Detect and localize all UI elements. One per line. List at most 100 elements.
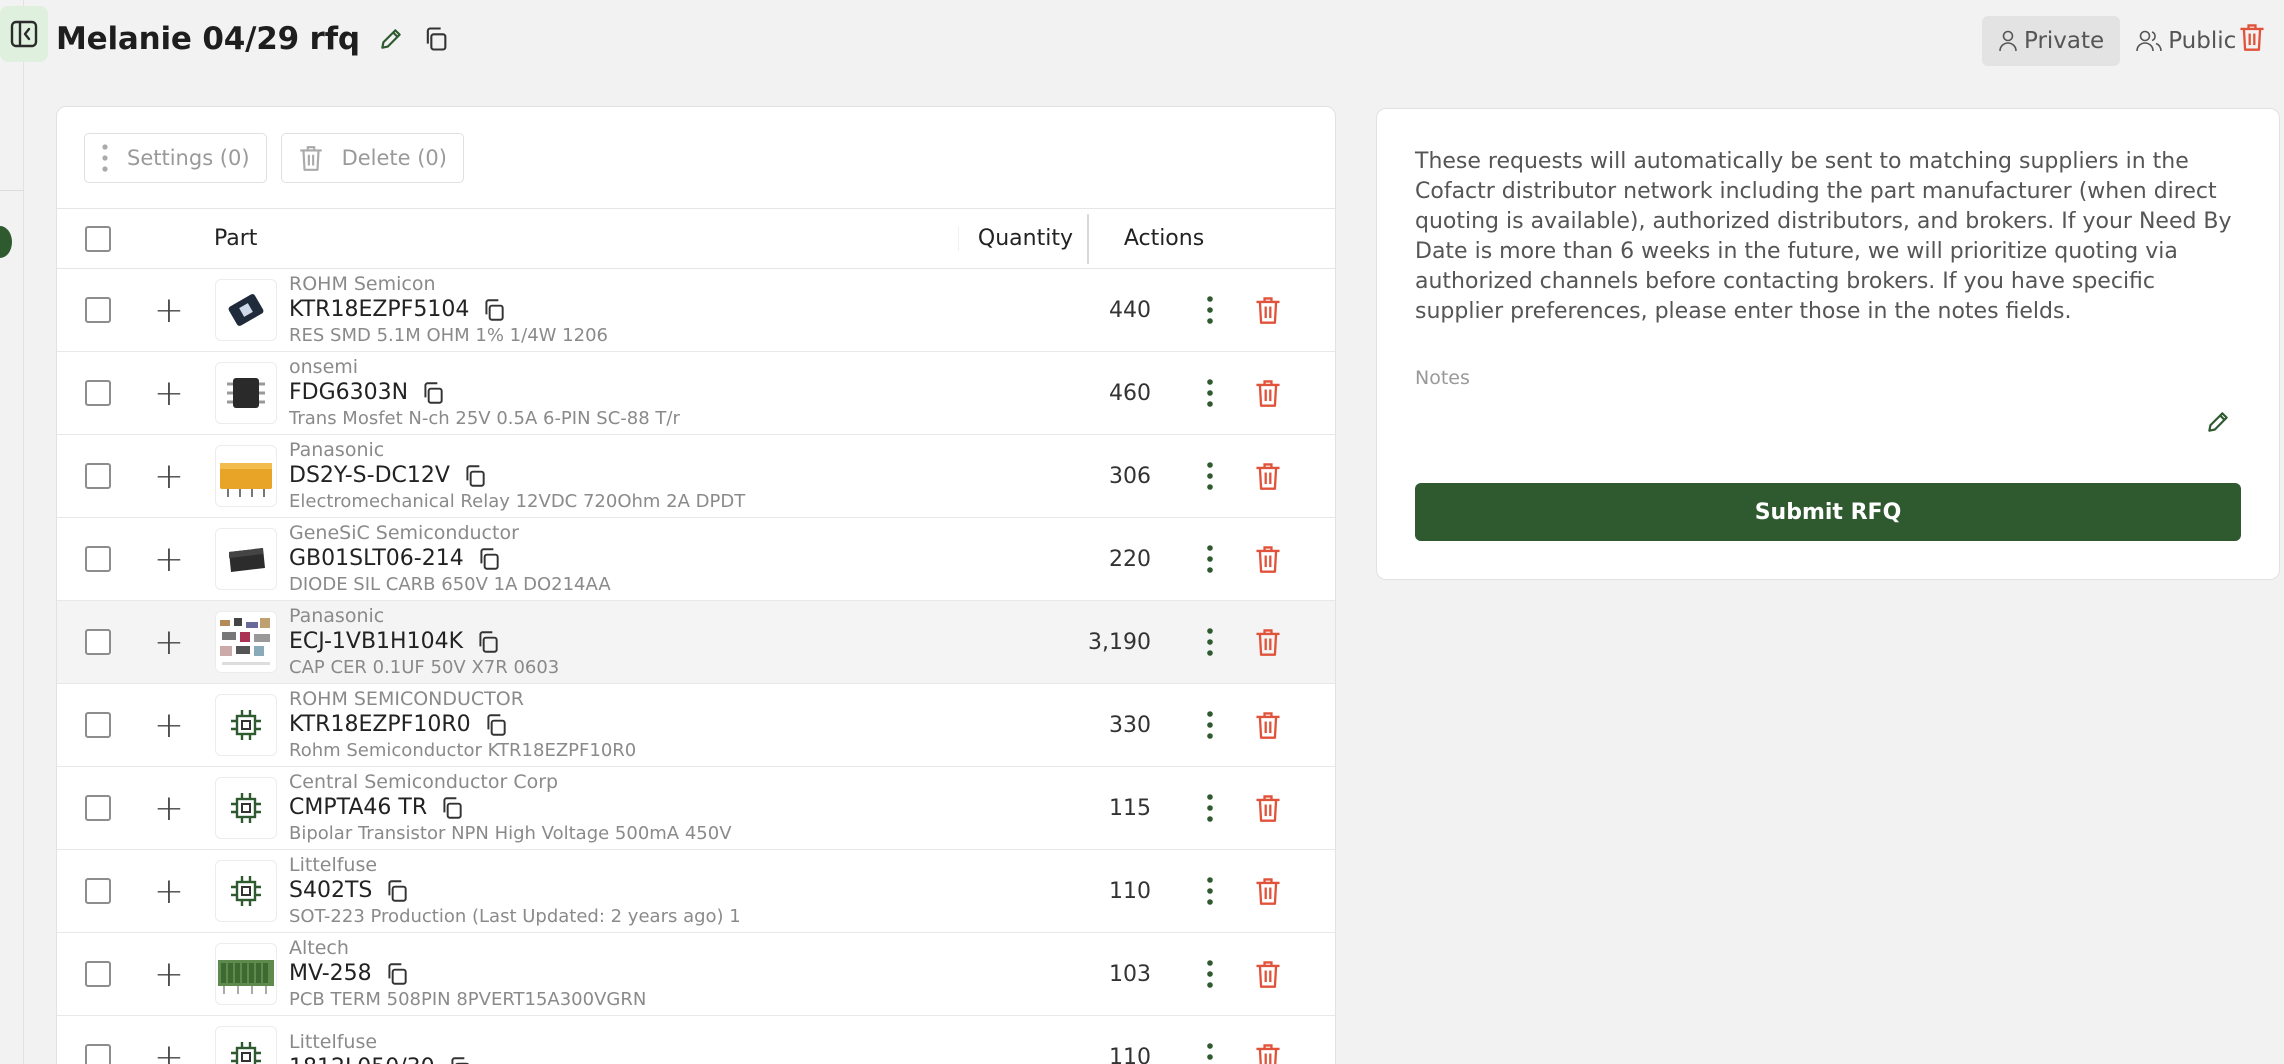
row-delete-button[interactable] [1254, 461, 1282, 491]
part-quantity[interactable]: 306 [1039, 464, 1169, 489]
part-quantity[interactable]: 103 [1039, 962, 1169, 987]
column-header-quantity[interactable]: Quantity [959, 213, 1089, 264]
row-menu-button[interactable] [1206, 461, 1214, 491]
row-delete-button[interactable] [1254, 793, 1282, 823]
row-menu-button[interactable] [1206, 959, 1214, 989]
part-quantity[interactable]: 460 [1039, 381, 1169, 406]
edit-title-button[interactable] [378, 26, 404, 52]
trash-icon [1256, 795, 1280, 822]
plus-icon: + [153, 870, 185, 912]
trash-icon [1256, 712, 1280, 739]
visibility-private-option[interactable]: Private [1982, 16, 2121, 66]
part-cell: GeneSiC Semiconductor GB01SLT06-214 DIODE … [279, 522, 1039, 596]
copy-icon [388, 880, 408, 902]
copy-part-number-button[interactable] [447, 1055, 473, 1064]
visibility-public-option[interactable]: Public [2120, 16, 2252, 66]
part-quantity[interactable]: 3,190 [1039, 630, 1169, 655]
row-menu-button[interactable] [1206, 793, 1214, 823]
table-row[interactable]: +Littelfuse1812L050/30110 [57, 1016, 1335, 1064]
copy-icon [487, 714, 506, 736]
row-checkbox[interactable] [85, 961, 111, 987]
part-description: Electromechanical Relay 12VDC 720Ohm 2A … [289, 491, 746, 512]
row-menu-button[interactable] [1206, 544, 1214, 574]
expand-row-button[interactable]: + [139, 871, 199, 912]
column-header-part[interactable]: Part [199, 226, 959, 251]
delete-selected-button[interactable]: Delete (0) [280, 132, 464, 183]
expand-row-button[interactable]: + [139, 954, 199, 995]
table-toolbar: Settings (0) Delete (0) [57, 107, 1335, 209]
select-all-checkbox[interactable] [85, 225, 111, 252]
copy-part-number-button[interactable] [475, 629, 501, 655]
row-menu-button[interactable] [1206, 295, 1214, 325]
part-quantity[interactable]: 220 [1039, 547, 1169, 572]
row-checkbox[interactable] [85, 712, 111, 738]
row-checkbox[interactable] [85, 546, 111, 572]
part-thumbnail [215, 279, 277, 341]
edit-notes-button[interactable] [2205, 409, 2231, 435]
submit-rfq-button[interactable]: Submit RFQ [1415, 483, 2241, 541]
part-quantity[interactable]: 110 [1039, 1045, 1169, 1064]
row-delete-button[interactable] [1254, 378, 1282, 408]
row-delete-button[interactable] [1254, 627, 1282, 657]
row-delete-button[interactable] [1254, 959, 1282, 989]
table-row[interactable]: + ROHM SEMICONDUCTOR KTR18EZPF10R0 Rohm Sem… [57, 684, 1335, 767]
part-number: CMPTA46 TR [289, 795, 428, 820]
row-checkbox[interactable] [85, 463, 111, 489]
copy-part-number-button[interactable] [384, 961, 410, 987]
row-delete-button[interactable] [1254, 876, 1282, 906]
page-title: Melanie 04/29 rfq [56, 21, 360, 57]
copy-title-button[interactable] [422, 25, 450, 53]
row-menu-button[interactable] [1206, 627, 1214, 657]
trash-icon [1256, 961, 1280, 988]
expand-row-button[interactable]: + [139, 539, 199, 580]
expand-row-button[interactable]: + [139, 456, 199, 497]
vertical-dots-icon [1207, 711, 1213, 739]
table-row[interactable]: + onsemi FDG6303N Trans Mosfet N-ch 25V 0.5… [57, 352, 1335, 435]
part-quantity[interactable]: 440 [1039, 298, 1169, 323]
copy-part-number-button[interactable] [483, 712, 509, 738]
sidebar-toggle-button[interactable] [0, 6, 48, 62]
row-checkbox[interactable] [85, 297, 111, 323]
settings-button[interactable]: Settings (0) [84, 132, 267, 183]
row-delete-button[interactable] [1254, 710, 1282, 740]
row-menu-button[interactable] [1206, 876, 1214, 906]
row-delete-button[interactable] [1254, 1042, 1282, 1064]
table-row[interactable]: + Panasonic ECJ-1VB1H104K CAP CER 0.1UF 50V… [57, 601, 1335, 684]
expand-row-button[interactable]: + [139, 373, 199, 414]
copy-part-number-button[interactable] [481, 297, 507, 323]
copy-part-number-button[interactable] [384, 878, 410, 904]
copy-part-number-button[interactable] [462, 463, 488, 489]
copy-part-number-button[interactable] [439, 795, 465, 821]
rfq-info-text: These requests will automatically be sen… [1415, 149, 2232, 324]
expand-row-button[interactable]: + [139, 1037, 199, 1064]
table-row[interactable]: + Central Semiconductor Corp CMPTA46 TR Bip… [57, 767, 1335, 850]
part-quantity[interactable]: 115 [1039, 796, 1169, 821]
row-menu-button[interactable] [1206, 710, 1214, 740]
expand-row-button[interactable]: + [139, 290, 199, 331]
row-checkbox[interactable] [85, 795, 111, 821]
row-checkbox[interactable] [85, 1044, 111, 1064]
row-delete-button[interactable] [1254, 544, 1282, 574]
part-description: DIODE SIL CARB 650V 1A DO214AA [289, 574, 611, 595]
copy-part-number-button[interactable] [420, 380, 446, 406]
delete-rfq-button[interactable] [2238, 22, 2266, 52]
table-row[interactable]: + GeneSiC Semiconductor GB01SLT06-214 DIODE… [57, 518, 1335, 601]
table-row[interactable]: + Panasonic DS2Y-S-DC12V Electromechanical … [57, 435, 1335, 518]
row-menu-button[interactable] [1206, 1042, 1214, 1064]
expand-row-button[interactable]: + [139, 705, 199, 746]
row-menu-button[interactable] [1206, 378, 1214, 408]
row-delete-button[interactable] [1254, 295, 1282, 325]
expand-row-button[interactable]: + [139, 622, 199, 663]
copy-part-number-button[interactable] [476, 546, 502, 572]
row-checkbox[interactable] [85, 878, 111, 904]
table-row[interactable]: + Littelfuse S402TS SOT-223 Production (Las… [57, 850, 1335, 933]
table-row[interactable]: + Altech MV-258 PCB TERM 508PIN 8PVERT15A30… [57, 933, 1335, 1016]
part-quantity[interactable]: 110 [1039, 879, 1169, 904]
pencil-icon [2208, 412, 2228, 432]
page-header: Melanie 04/29 rfq [56, 14, 450, 64]
part-quantity[interactable]: 330 [1039, 713, 1169, 738]
row-checkbox[interactable] [85, 629, 111, 655]
row-checkbox[interactable] [85, 380, 111, 406]
table-row[interactable]: + ROHM Semicon KTR18EZPF5104 RES SMD 5.1M O… [57, 269, 1335, 352]
expand-row-button[interactable]: + [139, 788, 199, 829]
